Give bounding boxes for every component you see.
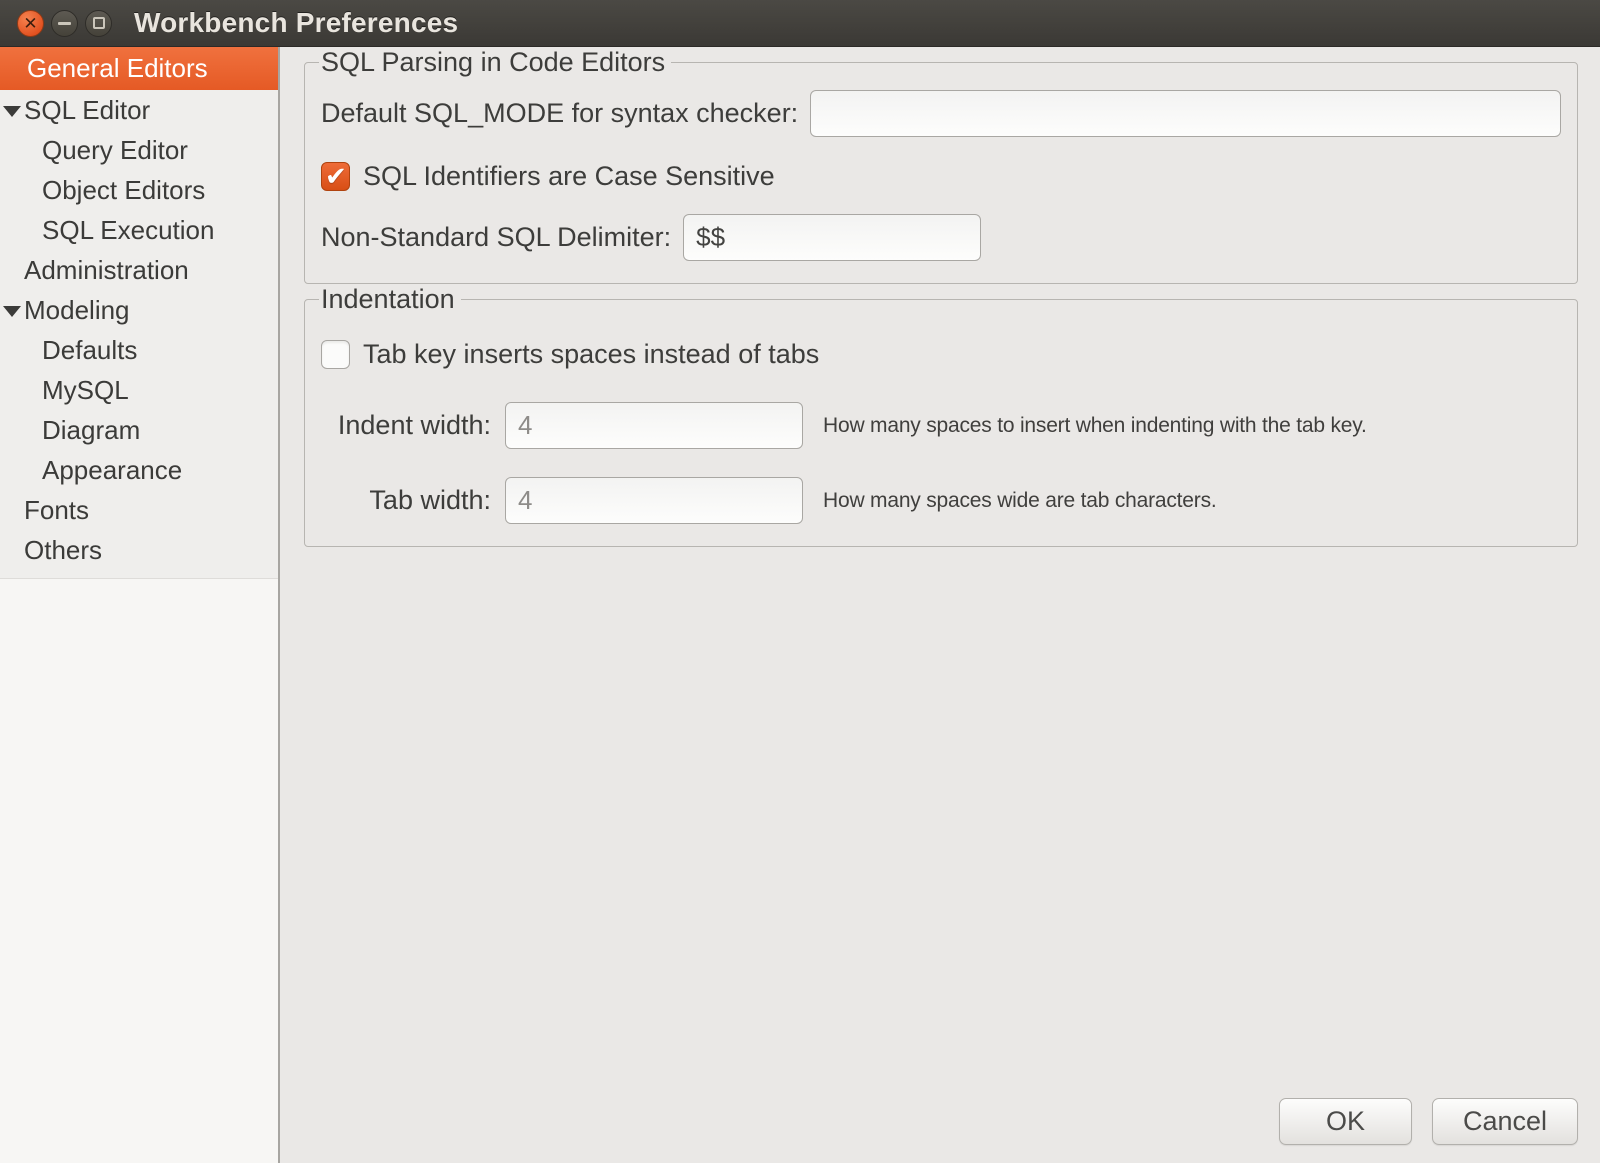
sidebar-item-label: Administration — [24, 255, 189, 286]
sql-mode-label: Default SQL_MODE for syntax checker: — [321, 98, 798, 129]
sidebar-item-sql-execution[interactable]: SQL Execution — [0, 210, 278, 250]
sidebar-item-fonts[interactable]: Fonts — [0, 490, 278, 530]
tab-spaces-label: Tab key inserts spaces instead of tabs — [363, 339, 819, 370]
sidebar-tree: General Editors SQL Editor Query Editor Obj… — [0, 47, 278, 579]
caret-down-icon[interactable] — [3, 306, 21, 317]
sidebar-item-label: Diagram — [42, 415, 140, 446]
sidebar-item-query-editor[interactable]: Query Editor — [0, 130, 278, 170]
sidebar-item-label: SQL Execution — [42, 215, 214, 246]
group-indentation: Indentation Tab key inserts spaces inste… — [304, 284, 1578, 547]
tab-width-label: Tab width: — [321, 485, 491, 516]
close-icon: ✕ — [23, 15, 37, 32]
sidebar-item-sql-editor[interactable]: SQL Editor — [0, 90, 278, 130]
sidebar-item-label: Defaults — [42, 335, 137, 366]
case-sensitive-checkbox[interactable]: ✔ — [321, 162, 350, 191]
sql-mode-input[interactable] — [810, 90, 1561, 137]
sidebar-item-label: Others — [24, 535, 102, 566]
sidebar-item-modeling[interactable]: Modeling — [0, 290, 278, 330]
sidebar-item-label: Appearance — [42, 455, 182, 486]
indent-width-help: How many spaces to insert when indenting… — [823, 414, 1367, 438]
sidebar-item-label: Fonts — [24, 495, 89, 526]
sidebar-item-appearance[interactable]: Appearance — [0, 450, 278, 490]
preferences-window: ✕ Workbench Preferences General Editors S… — [0, 0, 1600, 1163]
tab-spaces-row: Tab key inserts spaces instead of tabs — [321, 339, 1561, 370]
delimiter-input[interactable] — [683, 214, 981, 261]
group-sql-parsing-legend: SQL Parsing in Code Editors — [319, 47, 671, 78]
sidebar-item-mysql[interactable]: MySQL — [0, 370, 278, 410]
indent-width-input[interactable] — [505, 402, 803, 449]
minimize-button[interactable] — [51, 10, 78, 37]
tab-spaces-checkbox[interactable] — [321, 340, 350, 369]
indent-width-row: Indent width: How many spaces to insert … — [321, 402, 1561, 449]
sidebar-item-object-editors[interactable]: Object Editors — [0, 170, 278, 210]
maximize-button[interactable] — [85, 10, 112, 37]
sidebar-item-label: General Editors — [27, 53, 208, 84]
case-sensitive-row: ✔ SQL Identifiers are Case Sensitive — [321, 161, 1561, 192]
sidebar-item-label: Modeling — [24, 295, 130, 326]
sidebar-item-label: Object Editors — [42, 175, 205, 206]
minimize-icon — [58, 22, 71, 25]
sidebar-item-label: MySQL — [42, 375, 129, 406]
sidebar-item-diagram[interactable]: Diagram — [0, 410, 278, 450]
sidebar-item-general-editors[interactable]: General Editors — [0, 47, 278, 90]
sidebar-item-others[interactable]: Others — [0, 530, 278, 570]
tab-width-help: How many spaces wide are tab characters. — [823, 489, 1217, 513]
sidebar-item-label: SQL Editor — [24, 95, 150, 126]
tab-width-input[interactable] — [505, 477, 803, 524]
caret-down-icon[interactable] — [3, 106, 21, 117]
maximize-icon — [93, 17, 105, 29]
sidebar-item-administration[interactable]: Administration — [0, 250, 278, 290]
sql-mode-row: Default SQL_MODE for syntax checker: — [321, 90, 1561, 137]
close-button[interactable]: ✕ — [17, 10, 44, 37]
case-sensitive-label: SQL Identifiers are Case Sensitive — [363, 161, 775, 192]
delimiter-label: Non-Standard SQL Delimiter: — [321, 222, 671, 253]
window-title: Workbench Preferences — [134, 7, 458, 39]
checkmark-icon: ✔ — [325, 161, 347, 192]
indent-width-label: Indent width: — [321, 410, 491, 441]
group-sql-parsing: SQL Parsing in Code Editors Default SQL_… — [304, 47, 1578, 284]
dialog-body: General Editors SQL Editor Query Editor Obj… — [0, 47, 1600, 1163]
sidebar-item-defaults[interactable]: Defaults — [0, 330, 278, 370]
sidebar-item-label: Query Editor — [42, 135, 188, 166]
group-indentation-legend: Indentation — [319, 284, 461, 315]
footer-buttons: OK Cancel — [1279, 1098, 1578, 1145]
delimiter-row: Non-Standard SQL Delimiter: — [321, 214, 1561, 261]
cancel-button[interactable]: Cancel — [1432, 1098, 1578, 1145]
sidebar: General Editors SQL Editor Query Editor Obj… — [0, 47, 280, 1163]
ok-button[interactable]: OK — [1279, 1098, 1412, 1145]
tab-width-row: Tab width: How many spaces wide are tab … — [321, 477, 1561, 524]
main-panel: SQL Parsing in Code Editors Default SQL_… — [280, 47, 1600, 1163]
titlebar: ✕ Workbench Preferences — [0, 0, 1600, 47]
